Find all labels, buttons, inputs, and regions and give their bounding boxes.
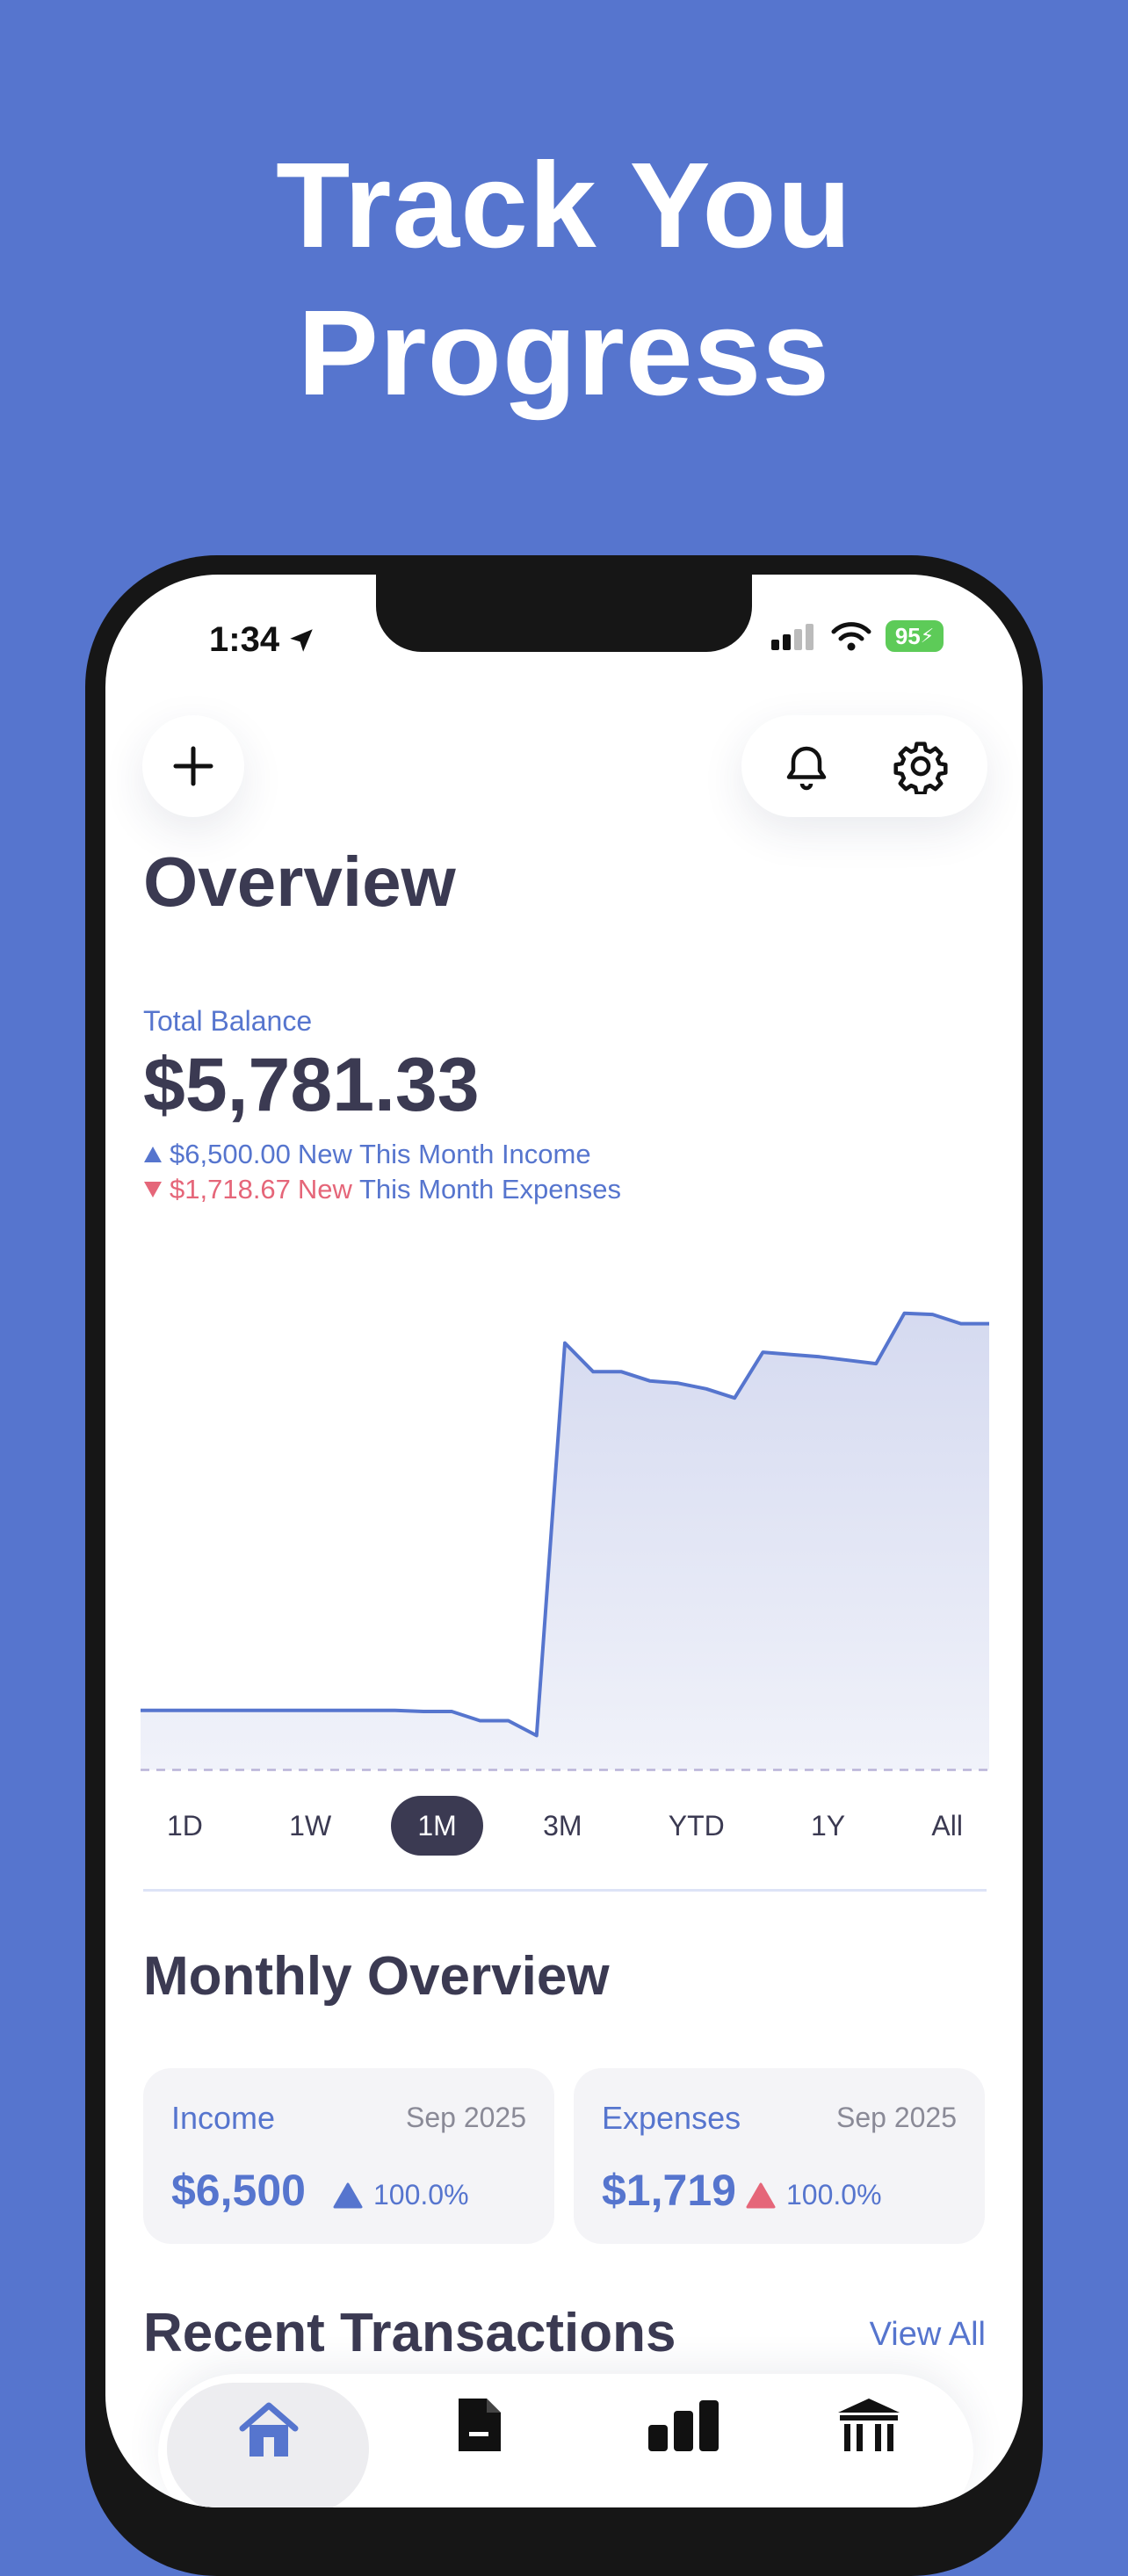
bar-chart-icon[interactable] bbox=[647, 2399, 720, 2451]
view-all-link[interactable]: View All bbox=[870, 2316, 986, 2354]
triangle-up-icon bbox=[333, 2182, 363, 2208]
settings-gear-icon[interactable] bbox=[893, 738, 949, 794]
headline-line-1: Track You bbox=[276, 138, 852, 273]
range-option-3m[interactable]: 3M bbox=[517, 1796, 608, 1856]
cellular-signal-icon bbox=[771, 624, 813, 650]
expense-new-label: New bbox=[297, 1174, 352, 1205]
app-screen: 1:34 95 ⚡ Overview Total Balance $5,781.… bbox=[105, 575, 1023, 2507]
bell-icon[interactable] bbox=[780, 739, 833, 793]
page-title: Overview bbox=[143, 843, 456, 921]
range-option-1m[interactable]: 1M bbox=[391, 1796, 483, 1856]
triangle-up-icon bbox=[144, 1147, 162, 1162]
income-card-date: Sep 2025 bbox=[405, 2102, 526, 2133]
plus-icon bbox=[173, 746, 213, 786]
range-option-1d[interactable]: 1D bbox=[141, 1796, 229, 1856]
battery-indicator: 95 ⚡ bbox=[886, 620, 944, 652]
charging-bolt-icon: ⚡ bbox=[920, 625, 935, 647]
balance-chart bbox=[141, 1311, 989, 1771]
tab-home[interactable] bbox=[167, 2383, 369, 2507]
expense-summary: $1,718.67 New This Month Expenses bbox=[143, 1174, 621, 1205]
recent-transactions-title: Recent Transactions bbox=[143, 2303, 676, 2363]
battery-level: 95 bbox=[894, 622, 921, 649]
range-option-ytd[interactable]: YTD bbox=[642, 1796, 751, 1856]
income-card-label: Income bbox=[171, 2100, 276, 2136]
section-divider bbox=[143, 1889, 987, 1892]
expenses-card-value: $1,719 bbox=[602, 2166, 736, 2215]
expenses-card-label: Expenses bbox=[602, 2100, 741, 2136]
status-time-text: 1:34 bbox=[209, 620, 280, 659]
header-actions bbox=[741, 715, 987, 817]
total-balance-label: Total Balance bbox=[143, 1005, 313, 1037]
bottom-tab-bar bbox=[158, 2374, 973, 2507]
expenses-card[interactable]: Expenses Sep 2025 $1,719 100.0% bbox=[574, 2068, 985, 2244]
income-card[interactable]: Income Sep 2025 $6,500 100.0% bbox=[143, 2068, 554, 2244]
headline-line-2: Progress bbox=[297, 286, 831, 421]
income-card-pct: 100.0% bbox=[373, 2179, 469, 2211]
income-text: New This Month Income bbox=[297, 1139, 591, 1169]
add-button[interactable] bbox=[142, 715, 244, 817]
income-card-change: 100.0% bbox=[333, 2179, 469, 2211]
bank-icon[interactable] bbox=[836, 2399, 901, 2451]
status-time: 1:34 bbox=[209, 620, 316, 660]
range-option-1y[interactable]: 1Y bbox=[785, 1796, 871, 1856]
chart-area-fill bbox=[141, 1313, 989, 1770]
income-amount: $6,500.00 bbox=[170, 1139, 291, 1169]
income-card-value: $6,500 bbox=[171, 2166, 306, 2215]
home-icon bbox=[239, 2402, 299, 2457]
total-balance-value: $5,781.33 bbox=[143, 1043, 480, 1127]
expenses-card-pct: 100.0% bbox=[786, 2179, 882, 2211]
wifi-icon bbox=[831, 622, 871, 651]
expenses-card-change: 100.0% bbox=[746, 2179, 882, 2211]
phone-notch bbox=[376, 575, 752, 652]
expense-amount: $1,718.67 bbox=[170, 1174, 291, 1205]
expense-text: This Month Expenses bbox=[358, 1174, 622, 1205]
range-option-all[interactable]: All bbox=[905, 1796, 989, 1856]
time-range-selector: 1D 1W 1M 3M YTD 1Y All bbox=[141, 1796, 989, 1856]
income-summary: $6,500.00 New This Month Income bbox=[143, 1139, 591, 1170]
status-indicators: 95 ⚡ bbox=[771, 620, 944, 652]
range-option-1w[interactable]: 1W bbox=[263, 1796, 358, 1856]
document-icon[interactable] bbox=[453, 2399, 504, 2451]
expenses-card-date: Sep 2025 bbox=[835, 2102, 957, 2133]
promo-headline: Track You Progress bbox=[0, 132, 1128, 427]
triangle-up-icon bbox=[746, 2182, 776, 2208]
location-arrow-icon bbox=[290, 628, 313, 652]
monthly-overview-title: Monthly Overview bbox=[143, 1946, 610, 2007]
triangle-down-icon bbox=[144, 1182, 162, 1198]
